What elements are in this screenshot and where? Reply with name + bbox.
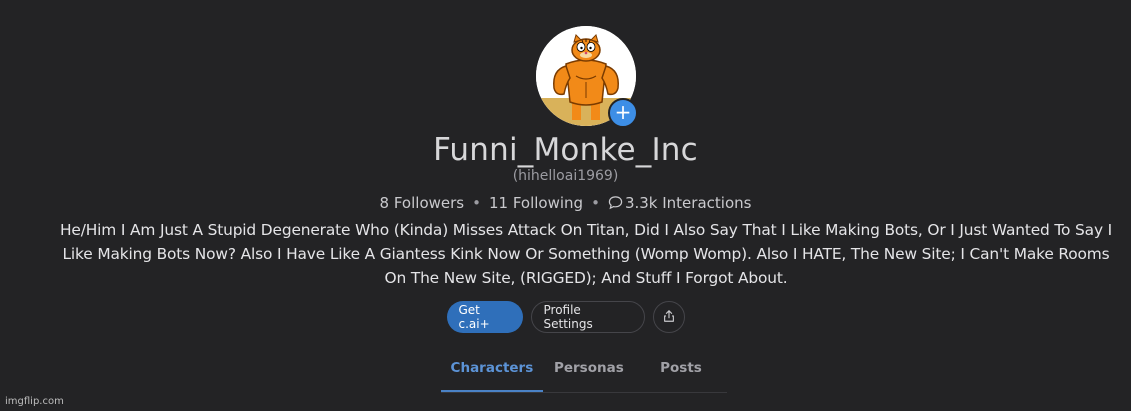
tab-divider xyxy=(441,392,727,393)
profile-stats: 8 Followers • 11 Following • 3.3k Interactio… xyxy=(0,194,1131,214)
profile-handle: (hihelloai1969) xyxy=(512,168,619,184)
separator-dot: • xyxy=(472,194,481,212)
add-avatar-icon[interactable]: + xyxy=(608,98,638,128)
profile-bio: He/Him I Am Just A Stupid Degenerate Who… xyxy=(59,221,1113,287)
following-count[interactable]: 11 Following xyxy=(489,194,583,212)
profile-display-name: Funni_Monke_Inc xyxy=(433,132,698,168)
chat-bubble-icon xyxy=(608,195,623,214)
share-icon xyxy=(662,309,676,326)
avatar-container: + xyxy=(536,26,638,128)
profile-actions: Get c.ai+ Profile Settings xyxy=(0,301,1131,333)
separator-dot: • xyxy=(591,194,600,212)
tab-personas[interactable]: Personas xyxy=(543,352,635,392)
tab-posts[interactable]: Posts xyxy=(635,352,727,392)
followers-count[interactable]: 8 Followers xyxy=(380,194,465,212)
tab-characters[interactable]: Characters xyxy=(441,352,543,392)
profile-tabs: Characters Personas Posts xyxy=(441,352,727,392)
get-cai-plus-button[interactable]: Get c.ai+ xyxy=(446,301,523,333)
watermark: imgflip.com xyxy=(5,396,64,407)
profile-settings-button[interactable]: Profile Settings xyxy=(530,301,645,333)
share-button[interactable] xyxy=(652,301,685,333)
interactions-count: 3.3k Interactions xyxy=(624,194,752,212)
